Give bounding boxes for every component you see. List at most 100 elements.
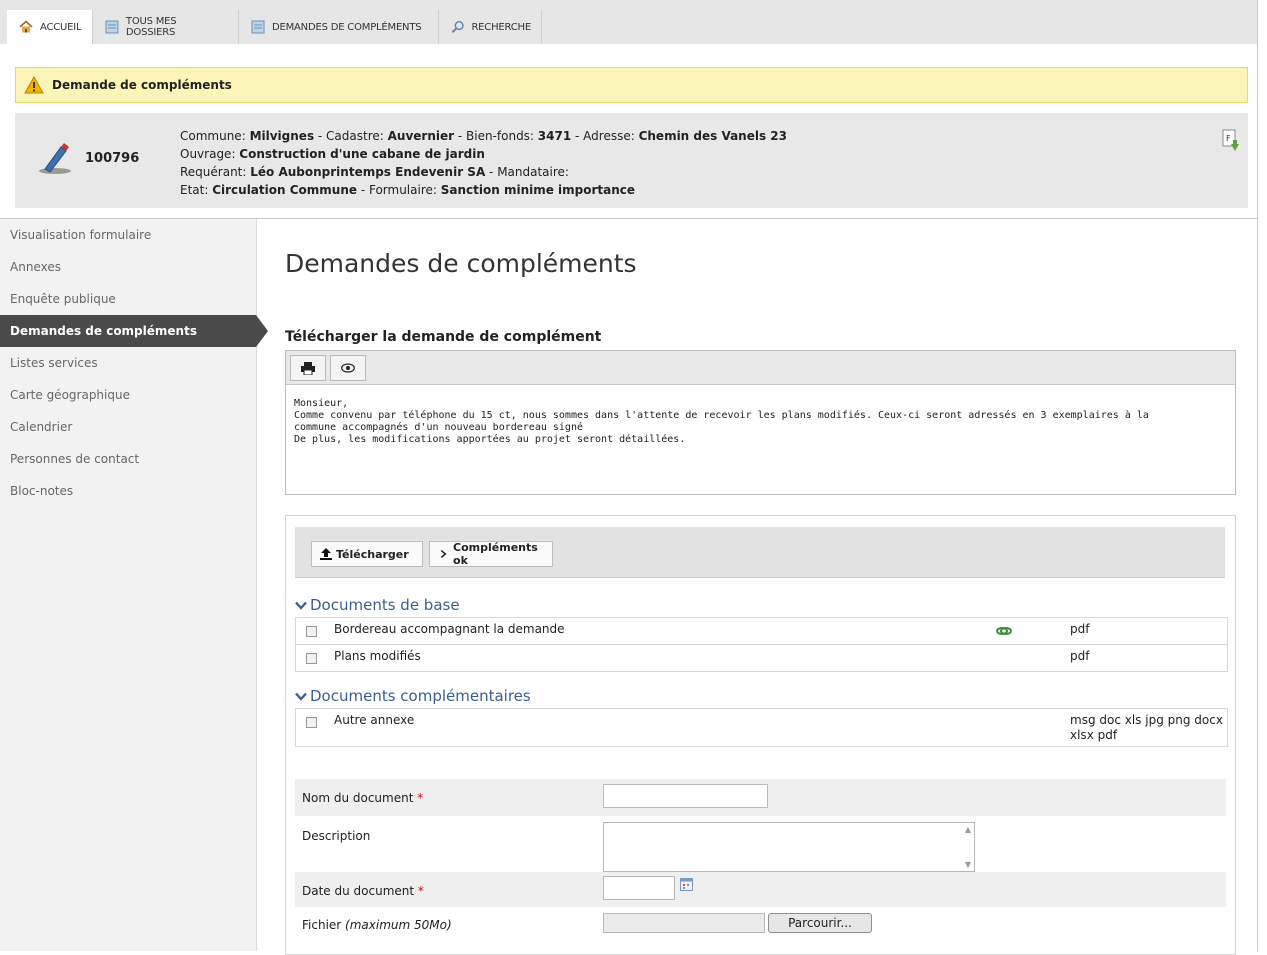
preview-button[interactable] bbox=[330, 355, 366, 381]
row-checkbox[interactable] bbox=[306, 717, 317, 728]
row-checkbox[interactable] bbox=[306, 653, 317, 664]
top-nav-bar: ACCUEIL TOUS MES DOSSIERS DEMANDES DE CO… bbox=[0, 0, 1260, 44]
file-label: Fichier (maximum 50Mo) bbox=[302, 918, 452, 932]
ouvrage-value: Construction d'une cabane de jardin bbox=[239, 147, 485, 161]
tab-recherche[interactable]: RECHERCHE bbox=[439, 10, 542, 44]
chevron-down-icon bbox=[295, 692, 307, 701]
folder-icon bbox=[105, 20, 119, 34]
letter-line: Monsieur, bbox=[294, 398, 349, 409]
table-row: Plans modifiés pdf bbox=[296, 645, 1227, 671]
letter-line: Comme convenu par téléphone du 15 ct, no… bbox=[294, 410, 1149, 421]
adresse-value: Chemin des Vanels 23 bbox=[638, 129, 787, 143]
form-row-description: Description ▲ ▼ bbox=[295, 816, 1226, 872]
doc-label: Bordereau accompagnant la demande bbox=[334, 622, 565, 636]
form-download-icon[interactable]: F bbox=[1221, 128, 1241, 158]
extra-docs-header[interactable]: Documents complémentaires bbox=[295, 687, 531, 705]
label: - Adresse: bbox=[571, 129, 639, 143]
tab-label: DEMANDES DE COMPLÉMENTS bbox=[272, 21, 422, 33]
label: Etat: bbox=[180, 183, 213, 197]
print-button[interactable] bbox=[290, 355, 326, 381]
sidebar-item-calendrier[interactable]: Calendrier bbox=[0, 411, 256, 443]
sidebar-item-listes-services[interactable]: Listes services bbox=[0, 347, 256, 379]
letter-line: De plus, les modifications apportées au … bbox=[294, 434, 686, 445]
label: - Bien-fonds: bbox=[454, 129, 538, 143]
form-row-date: Date du document * bbox=[295, 872, 1226, 907]
label-text: Fichier bbox=[302, 918, 342, 932]
scroll-down-icon[interactable]: ▼ bbox=[965, 860, 971, 869]
base-docs-table: Bordereau accompagnant la demande pdf Pl… bbox=[295, 617, 1228, 672]
section-title: Documents de base bbox=[310, 596, 460, 614]
label: - Cadastre: bbox=[314, 129, 388, 143]
doc-extensions: pdf bbox=[1070, 649, 1090, 663]
tab-label: RECHERCHE bbox=[471, 21, 531, 33]
sidebar-item-demandes-de-complements[interactable]: Demandes de compléments bbox=[0, 315, 268, 347]
page-title: Demandes de compléments bbox=[285, 249, 637, 278]
sidebar: Visualisation formulaire Annexes Enquête… bbox=[0, 219, 268, 951]
sidebar-item-annexes[interactable]: Annexes bbox=[0, 251, 256, 283]
tab-label: TOUS MES DOSSIERS bbox=[125, 16, 177, 38]
complements-ok-label: Compléments ok bbox=[453, 541, 538, 567]
name-label: Nom du document * bbox=[302, 791, 423, 805]
calendar-icon[interactable] bbox=[680, 878, 693, 891]
letter-editor[interactable]: Monsieur, Comme convenu par téléphone du… bbox=[285, 350, 1236, 495]
document-form: Nom du document * Description ▲ ▼ Date d… bbox=[295, 779, 1226, 941]
documents-panel: Télécharger Compléments ok Documents de … bbox=[285, 515, 1236, 955]
description-textarea[interactable]: ▲ ▼ bbox=[603, 822, 975, 872]
letter-text[interactable]: Monsieur, Comme convenu par téléphone du… bbox=[286, 385, 1235, 459]
label: - Mandataire: bbox=[485, 165, 569, 179]
label: - Formulaire: bbox=[357, 183, 441, 197]
chevron-down-icon bbox=[295, 601, 307, 610]
date-label: Date du document * bbox=[302, 884, 424, 898]
tab-label: ACCUEIL bbox=[40, 21, 82, 33]
scroll-up-icon[interactable]: ▲ bbox=[965, 825, 971, 834]
description-label: Description bbox=[302, 829, 371, 843]
base-docs-header[interactable]: Documents de base bbox=[295, 596, 460, 614]
actions-bar: Télécharger Compléments ok bbox=[295, 527, 1225, 578]
dossier-summary: 100796 Commune: Milvignes - Cadastre: Au… bbox=[15, 113, 1248, 208]
document-name-input[interactable] bbox=[603, 784, 768, 808]
dossier-number: 100796 bbox=[85, 151, 140, 166]
tab-tous-mes-dossiers[interactable]: TOUS MES DOSSIERS bbox=[93, 10, 239, 44]
required-mark: * bbox=[417, 791, 424, 805]
svg-text:F: F bbox=[1226, 134, 1231, 143]
complements-ok-button[interactable]: Compléments ok bbox=[429, 541, 553, 567]
required-mark: * bbox=[417, 884, 424, 898]
eye-icon bbox=[341, 363, 355, 373]
label: Commune: bbox=[180, 129, 250, 143]
doc-extensions: pdf bbox=[1070, 622, 1090, 636]
sidebar-item-personnes-de-contact[interactable]: Personnes de contact bbox=[0, 443, 256, 475]
label: Requérant: bbox=[180, 165, 251, 179]
row-checkbox[interactable] bbox=[306, 626, 317, 637]
label-text: Nom du document bbox=[302, 791, 414, 805]
editor-toolbar bbox=[286, 351, 1235, 385]
cadastre-value: Auvernier bbox=[387, 129, 455, 143]
tab-accueil[interactable]: ACCUEIL bbox=[7, 10, 93, 44]
folder-icon bbox=[251, 20, 265, 34]
doc-label: Autre annexe bbox=[334, 713, 415, 727]
letter-line: commune accompagnés d'un nouveau bordere… bbox=[294, 422, 583, 433]
link-icon[interactable] bbox=[996, 624, 1012, 638]
upload-button-label: Télécharger bbox=[336, 547, 409, 561]
file-path-input[interactable] bbox=[603, 913, 765, 933]
form-row-file: Fichier (maximum 50Mo) Parcourir... bbox=[295, 907, 1226, 941]
sidebar-item-bloc-notes[interactable]: Bloc-notes bbox=[0, 475, 256, 507]
table-row: Bordereau accompagnant la demande pdf bbox=[296, 618, 1227, 645]
document-date-input[interactable] bbox=[603, 876, 675, 900]
warning-icon bbox=[24, 76, 44, 94]
browse-button[interactable]: Parcourir... bbox=[768, 913, 872, 933]
requerant-value: Léo Aubonprintemps Endevenir SA bbox=[250, 165, 486, 179]
commune-value: Milvignes bbox=[249, 129, 315, 143]
printer-icon bbox=[301, 361, 315, 375]
label: Ouvrage: bbox=[180, 147, 240, 161]
tab-demandes-de-complements[interactable]: DEMANDES DE COMPLÉMENTS bbox=[239, 10, 439, 44]
extra-docs-table: Autre annexe msg doc xls jpg png docx xl… bbox=[295, 708, 1228, 747]
dossier-details: Commune: Milvignes - Cadastre: Auvernier… bbox=[180, 127, 787, 199]
upload-button[interactable]: Télécharger bbox=[311, 541, 423, 567]
sidebar-item-visualisation-formulaire[interactable]: Visualisation formulaire bbox=[0, 219, 256, 251]
table-row: Autre annexe msg doc xls jpg png docx xl… bbox=[296, 709, 1227, 746]
doc-extensions: msg doc xls jpg png docx xlsx pdf bbox=[1070, 713, 1223, 742]
sidebar-item-enquete-publique[interactable]: Enquête publique bbox=[0, 283, 256, 315]
sidebar-item-carte-geographique[interactable]: Carte géographique bbox=[0, 379, 256, 411]
doc-label: Plans modifiés bbox=[334, 649, 421, 663]
home-icon bbox=[19, 20, 33, 33]
